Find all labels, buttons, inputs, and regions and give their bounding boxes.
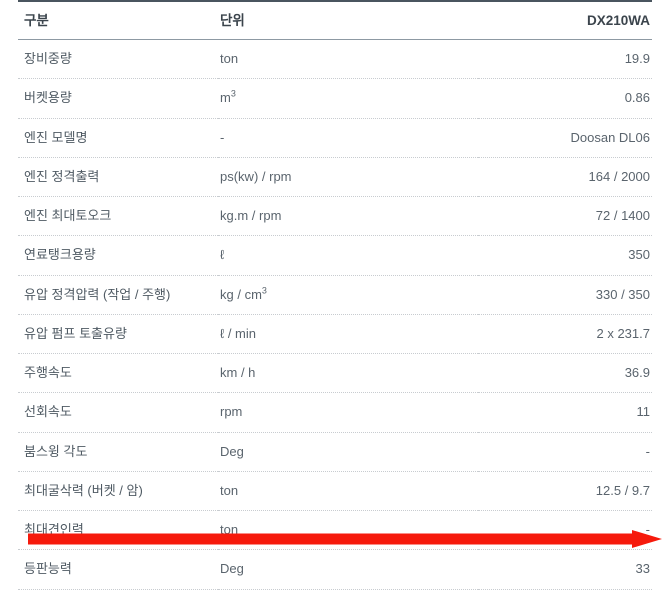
cell-value: 2 x 231.7 xyxy=(478,314,652,355)
cell-category: 주행속도 xyxy=(18,353,218,394)
cell-unit-base: ton xyxy=(220,482,239,498)
column-header-unit: 단위 xyxy=(218,0,478,41)
cell-value: 12.5 / 9.7 xyxy=(478,471,652,512)
cell-value: 19.9 xyxy=(478,39,652,80)
cell-unit: ps(kw) / rpm xyxy=(218,157,478,198)
cell-category: 최대견인력 xyxy=(18,510,218,551)
cell-value: 36.9 xyxy=(478,353,652,394)
table-row: 유압 정격압력 (작업 / 주행) kg / cm3 330 / 350 xyxy=(18,275,652,315)
cell-category: 붐스윙 각도 xyxy=(18,432,218,472)
cell-unit-base: ton xyxy=(220,51,239,67)
cell-category: 최대굴삭력 (버켓 / 암) xyxy=(18,471,218,512)
cell-category: 버켓용량 xyxy=(18,78,218,119)
table-row: 장비중량 ton 19.9 xyxy=(18,39,652,80)
cell-unit: rpm xyxy=(218,392,478,433)
table-header: 구분 단위 DX210WA xyxy=(18,0,652,41)
cell-unit-base: - xyxy=(220,129,225,145)
cell-unit-superscript: 3 xyxy=(261,285,267,296)
cell-unit: km / h xyxy=(218,353,478,394)
cell-unit: ℓ / min xyxy=(218,314,478,355)
table-row: 버켓용량 m3 0.86 xyxy=(18,78,652,119)
specification-table: 구분 단위 DX210WA 장비중량 ton 19.9 버켓용량 m3 0.86 엔진 모델… xyxy=(18,0,652,590)
cell-unit-base: kg / cm xyxy=(220,286,262,302)
cell-value: 72 / 1400 xyxy=(478,196,652,237)
column-header-category: 구분 xyxy=(18,0,218,41)
cell-value: 33 xyxy=(478,549,652,590)
table-row: 연료탱크용량 ℓ 350 xyxy=(18,235,652,276)
cell-category: 엔진 최대토오크 xyxy=(18,196,218,237)
cell-unit-base: ps(kw) / rpm xyxy=(220,168,292,184)
cell-category: 엔진 정격출력 xyxy=(18,157,218,198)
cell-unit: Deg xyxy=(218,549,478,590)
table-body: 장비중량 ton 19.9 버켓용량 m3 0.86 엔진 모델명 - Doosan DL06 엔… xyxy=(18,39,652,590)
cell-unit-base: ℓ xyxy=(220,247,225,263)
cell-value: - xyxy=(478,432,652,472)
cell-unit: kg / cm3 xyxy=(218,275,478,315)
cell-category: 유압 정격압력 (작업 / 주행) xyxy=(18,275,218,315)
cell-unit: ℓ xyxy=(218,235,478,276)
cell-value: 350 xyxy=(478,235,652,276)
specification-table-container: 구분 단위 DX210WA 장비중량 ton 19.9 버켓용량 m3 0.86 엔진 모델… xyxy=(0,0,670,590)
table-row: 엔진 정격출력 ps(kw) / rpm 164 / 2000 xyxy=(18,157,652,198)
cell-unit: - xyxy=(218,118,478,158)
cell-unit-base: km / h xyxy=(220,365,256,381)
cell-value: 330 / 350 xyxy=(478,275,652,315)
table-header-row: 구분 단위 DX210WA xyxy=(18,0,652,41)
cell-unit: kg.m / rpm xyxy=(218,196,478,237)
cell-category: 장비중량 xyxy=(18,39,218,80)
cell-value: 164 / 2000 xyxy=(478,157,652,198)
cell-category: 선회속도 xyxy=(18,392,218,433)
table-row: 최대견인력 ton - xyxy=(18,510,652,551)
table-row: 엔진 최대토오크 kg.m / rpm 72 / 1400 xyxy=(18,196,652,237)
table-row: 유압 펌프 토출유량 ℓ / min 2 x 231.7 xyxy=(18,314,652,355)
cell-unit-base: Deg xyxy=(220,443,244,459)
cell-unit-base: kg.m / rpm xyxy=(220,208,282,224)
table-row: 최대굴삭력 (버켓 / 암) ton 12.5 / 9.7 xyxy=(18,471,652,512)
table-row: 선회속도 rpm 11 xyxy=(18,392,652,433)
cell-unit-base: rpm xyxy=(220,404,243,420)
cell-unit: ton xyxy=(218,39,478,80)
cell-unit-base: ton xyxy=(220,522,239,538)
cell-value: 11 xyxy=(478,392,652,433)
cell-value: 0.86 xyxy=(478,78,652,119)
table-row: 주행속도 km / h 36.9 xyxy=(18,353,652,394)
cell-unit-base: m xyxy=(220,90,231,106)
cell-category: 유압 펌프 토출유량 xyxy=(18,314,218,355)
cell-category: 등판능력 xyxy=(18,549,218,590)
cell-category: 엔진 모델명 xyxy=(18,118,218,158)
column-header-model: DX210WA xyxy=(478,0,652,41)
cell-value: - xyxy=(478,510,652,551)
cell-value: Doosan DL06 xyxy=(478,118,652,158)
cell-category: 연료탱크용량 xyxy=(18,235,218,276)
cell-unit-base: ℓ / min xyxy=(220,325,256,341)
cell-unit-base: Deg xyxy=(220,561,244,577)
cell-unit: ton xyxy=(218,510,478,551)
cell-unit: Deg xyxy=(218,432,478,472)
cell-unit-superscript: 3 xyxy=(230,89,236,100)
cell-unit: ton xyxy=(218,471,478,512)
table-row: 붐스윙 각도 Deg - xyxy=(18,432,652,472)
table-row: 엔진 모델명 - Doosan DL06 xyxy=(18,118,652,158)
cell-unit: m3 xyxy=(218,78,478,119)
table-row: 등판능력 Deg 33 xyxy=(18,549,652,590)
